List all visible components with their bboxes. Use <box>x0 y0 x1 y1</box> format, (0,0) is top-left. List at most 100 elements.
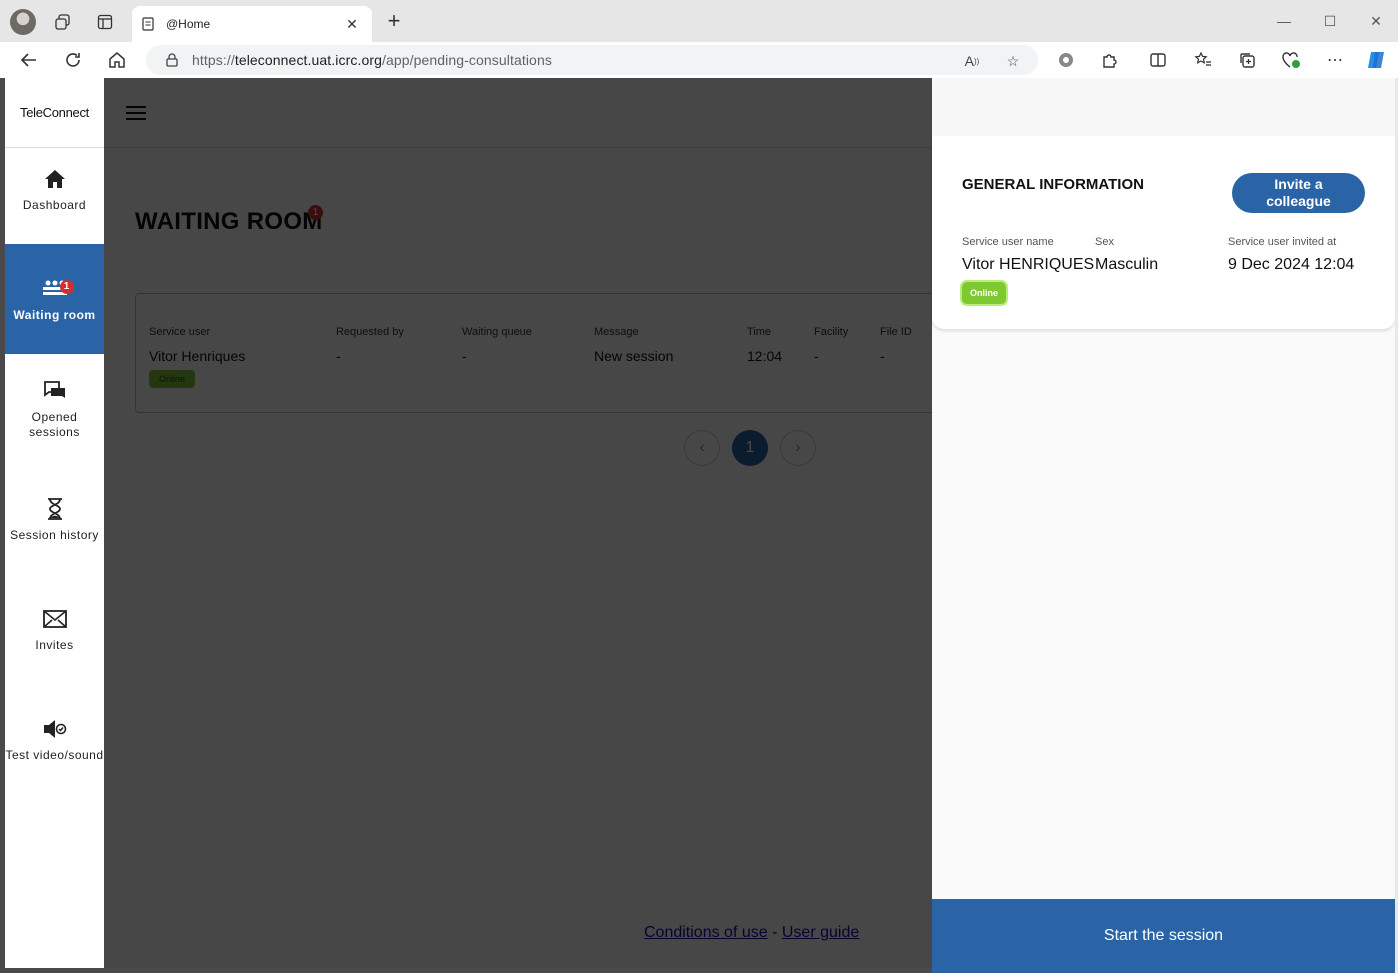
profile-avatar[interactable] <box>10 9 36 35</box>
user-guide-link[interactable]: User guide <box>782 924 859 941</box>
status-badge: Online <box>149 370 196 388</box>
table-cell-file-id: File ID - <box>880 326 912 364</box>
favorite-star-icon[interactable]: ☆ <box>1002 50 1024 72</box>
extension-gear-icon[interactable] <box>1054 48 1078 72</box>
column-header: Service user <box>149 326 211 338</box>
footer-links: Conditions of use - User guide <box>644 924 859 942</box>
cell-value: - <box>462 348 467 364</box>
column-header: Time <box>747 326 772 338</box>
footer-separator: - <box>772 924 778 941</box>
sidebar-item-test-video-sound[interactable]: Test video/sound <box>5 684 104 794</box>
sidebar-item-label: Waiting room <box>13 307 96 322</box>
table-cell-message: Message New session <box>594 326 673 364</box>
browser-tab[interactable]: @Home ✕ <box>132 6 372 42</box>
tab-title: @Home <box>166 17 211 31</box>
cell-value: - <box>814 348 819 364</box>
panel-header <box>932 78 1398 136</box>
close-window-icon[interactable]: ✕ <box>1365 10 1387 32</box>
conditions-of-use-link[interactable]: Conditions of use <box>644 924 768 941</box>
page-icon <box>142 17 154 31</box>
service-user-name: Vitor Henriques <box>149 348 246 364</box>
column-header: Waiting queue <box>462 326 532 338</box>
envelope-icon <box>42 606 68 632</box>
column-header: File ID <box>880 326 912 338</box>
refresh-icon[interactable] <box>60 47 86 73</box>
app-sidebar: TeleConnect Dashboard 1 Waiting room Ope… <box>5 78 104 968</box>
url-field[interactable]: https://teleconnect.uat.icrc.org/app/pen… <box>146 45 1038 75</box>
sidebar-item-label: Invites <box>35 637 74 652</box>
general-information-card: GENERAL INFORMATION Invite a colleague S… <box>932 136 1395 329</box>
minimize-icon[interactable]: — <box>1273 10 1295 32</box>
hourglass-icon <box>42 496 68 522</box>
column-header: Facility <box>814 326 849 338</box>
status-badge: Online <box>962 282 1007 304</box>
table-cell-waiting-queue: Waiting queue - <box>462 326 532 364</box>
close-tab-icon[interactable]: ✕ <box>342 16 362 33</box>
field-label: Service user invited at <box>1228 236 1337 248</box>
read-aloud-icon[interactable]: A)) <box>961 50 983 72</box>
waiting-table-card: Service user Vitor Henriques Online Requ… <box>135 293 965 413</box>
collections-icon[interactable] <box>1235 48 1259 72</box>
table-cell-time: Time 12:04 <box>747 326 782 364</box>
pagination-page-button[interactable]: 1 <box>732 430 768 466</box>
address-bar: https://teleconnect.uat.icrc.org/app/pen… <box>0 42 1398 78</box>
sidebar-item-opened-sessions[interactable]: Opened sessions <box>5 354 104 464</box>
pagination-prev-button[interactable]: ‹ <box>684 430 720 466</box>
favorites-icon[interactable] <box>1191 48 1215 72</box>
cell-value: 12:04 <box>747 348 783 364</box>
column-header: Message <box>594 326 639 338</box>
maximize-icon[interactable]: ☐ <box>1319 10 1341 32</box>
home-browser-icon[interactable] <box>104 47 130 73</box>
column-header: Requested by <box>336 326 404 338</box>
copilot-icon[interactable] <box>1364 48 1388 72</box>
browser-tab-bar: @Home ✕ + — ☐ ✕ <box>0 0 1398 42</box>
field-label: Service user name <box>962 236 1054 248</box>
vertical-tabs-icon[interactable] <box>91 8 119 36</box>
sidebar-item-label: Opened sessions <box>29 410 80 439</box>
service-user-name-field: Service user name Vitor HENRIQUES <box>962 236 1094 274</box>
sex-field: Sex Masculin <box>1095 236 1158 274</box>
table-cell-service-user[interactable]: Service user Vitor Henriques Online <box>149 326 245 388</box>
table-cell-facility: Facility - <box>814 326 848 364</box>
workspaces-icon[interactable] <box>49 8 77 36</box>
chat-icon <box>42 378 68 404</box>
speaker-icon <box>42 716 68 742</box>
title-count-badge: 1 <box>308 205 323 220</box>
field-label: Sex <box>1095 236 1114 248</box>
sidebar-item-waiting-room[interactable]: 1 Waiting room <box>5 244 104 354</box>
extensions-puzzle-icon[interactable] <box>1098 48 1122 72</box>
sidebar-item-dashboard[interactable]: Dashboard <box>5 134 104 244</box>
sidebar-item-invites[interactable]: Invites <box>5 574 104 684</box>
waiting-count-badge: 1 <box>59 279 74 294</box>
page-title: WAITING ROOM <box>135 208 323 235</box>
backdrop-bottom-edge <box>0 968 932 973</box>
field-value: 9 Dec 2024 12:04 <box>1228 256 1355 273</box>
invited-at-field: Service user invited at 9 Dec 2024 12:04 <box>1228 236 1354 274</box>
sidebar-item-label: Session history <box>10 527 99 542</box>
lock-icon[interactable] <box>166 53 178 67</box>
cell-value: - <box>336 348 341 364</box>
panel-title: GENERAL INFORMATION <box>962 176 1144 193</box>
start-session-button[interactable]: Start the session <box>932 899 1395 973</box>
web-page: TeleConnect Dashboard 1 Waiting room Ope… <box>0 78 1398 973</box>
more-menu-icon[interactable]: ⋯ <box>1323 48 1347 72</box>
hamburger-menu-icon[interactable] <box>126 105 146 121</box>
main-content: WAITING ROOM 1 Service user Vitor Henriq… <box>104 78 965 968</box>
consultation-side-panel: GENERAL INFORMATION Invite a colleague S… <box>932 78 1398 973</box>
new-tab-icon[interactable]: + <box>382 9 406 33</box>
cell-value: New session <box>594 348 674 364</box>
home-icon <box>42 166 68 192</box>
sidebar-item-session-history[interactable]: Session history <box>5 464 104 574</box>
invite-colleague-button[interactable]: Invite a colleague <box>1232 173 1365 213</box>
sidebar-item-label: Test video/sound <box>5 747 104 762</box>
url-text: https://teleconnect.uat.icrc.org/app/pen… <box>192 52 552 68</box>
sidebar-item-label: Dashboard <box>22 197 87 212</box>
cell-value: - <box>880 348 885 364</box>
browser-essentials-icon[interactable] <box>1279 48 1303 72</box>
field-value: Vitor HENRIQUES <box>962 256 1095 273</box>
back-icon[interactable] <box>16 47 42 73</box>
split-screen-icon[interactable] <box>1146 48 1170 72</box>
people-icon: 1 <box>42 276 74 302</box>
field-value: Masculin <box>1095 256 1159 273</box>
pagination-next-button[interactable]: › <box>780 430 816 466</box>
